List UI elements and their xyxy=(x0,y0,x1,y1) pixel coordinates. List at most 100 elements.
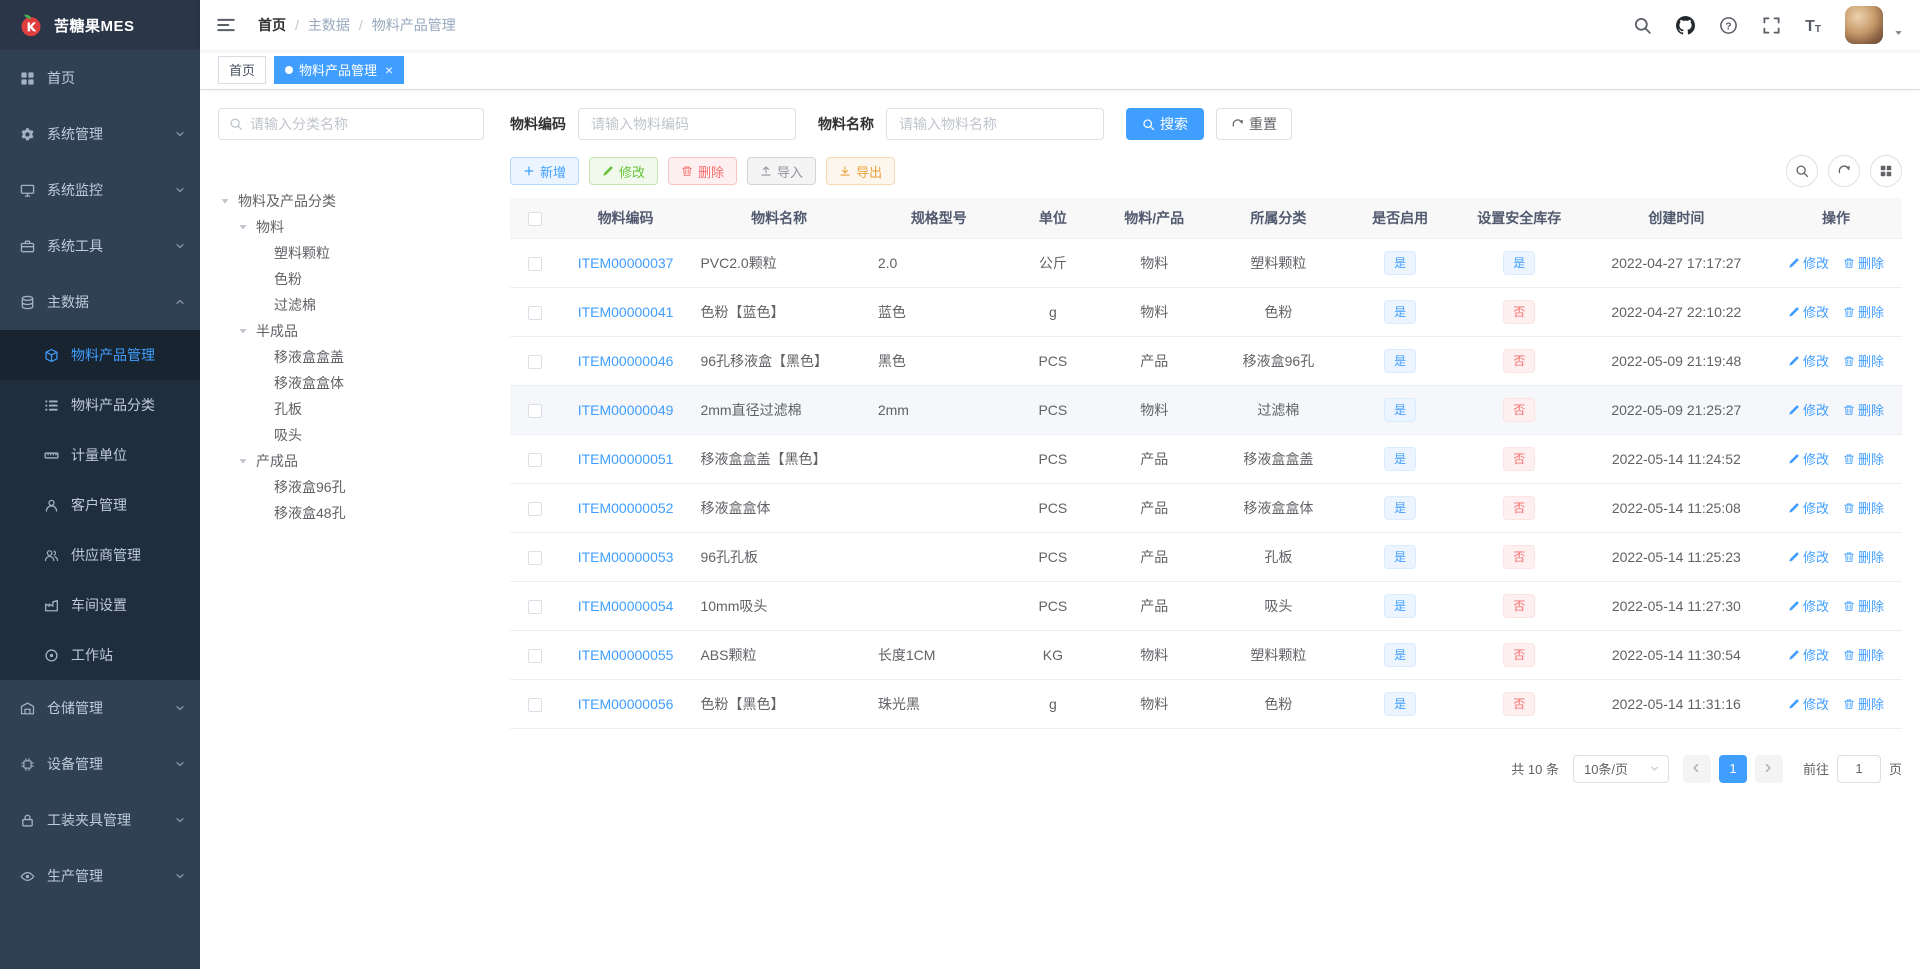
material-code-link[interactable]: ITEM00000049 xyxy=(578,402,674,418)
edit-button[interactable]: 修改 xyxy=(589,157,659,185)
delete-row-link[interactable]: 删除 xyxy=(1843,694,1884,713)
goto-page-input[interactable] xyxy=(1836,754,1881,783)
delete-row-link[interactable]: 删除 xyxy=(1843,449,1884,468)
tree-caret-icon[interactable] xyxy=(218,194,238,208)
hamburger-icon[interactable] xyxy=(216,15,236,35)
breadcrumb-item[interactable]: 首页 xyxy=(258,15,286,35)
reset-button[interactable]: 重置 xyxy=(1216,108,1292,140)
material-name-input[interactable] xyxy=(886,108,1104,140)
sidebar-item-master-data[interactable]: 主数据 xyxy=(0,274,200,330)
row-checkbox[interactable] xyxy=(528,403,543,418)
add-button[interactable]: 新增 xyxy=(510,157,580,185)
sidebar-item-home[interactable]: 首页 xyxy=(0,50,200,106)
row-checkbox[interactable] xyxy=(528,452,543,467)
edit-row-link[interactable]: 修改 xyxy=(1788,302,1829,321)
caret-down-icon[interactable] xyxy=(1893,27,1904,38)
columns-settings-button[interactable] xyxy=(1870,155,1902,187)
delete-button[interactable]: 删除 xyxy=(668,157,738,185)
tab-material-product-mgmt[interactable]: 物料产品管理 × xyxy=(274,55,405,84)
material-code-link[interactable]: ITEM00000053 xyxy=(578,549,674,565)
sidebar-item-equipment-mgmt[interactable]: 设备管理 xyxy=(0,736,200,792)
delete-row-link[interactable]: 删除 xyxy=(1843,302,1884,321)
row-checkbox[interactable] xyxy=(528,501,543,516)
close-icon[interactable]: × xyxy=(385,63,393,77)
tree-node[interactable]: 物料 xyxy=(218,214,484,240)
category-search-input[interactable] xyxy=(250,116,473,132)
edit-row-link[interactable]: 修改 xyxy=(1788,253,1829,272)
github-icon[interactable] xyxy=(1676,15,1696,35)
material-code-link[interactable]: ITEM00000037 xyxy=(578,255,674,271)
breadcrumb-item[interactable]: 主数据 xyxy=(308,15,350,35)
edit-row-link[interactable]: 修改 xyxy=(1788,596,1829,615)
sidebar-item-measure-unit[interactable]: 计量单位 xyxy=(0,430,200,480)
sidebar-item-material-product-mgmt[interactable]: 物料产品管理 xyxy=(0,330,200,380)
sidebar-item-system-tools[interactable]: 系统工具 xyxy=(0,218,200,274)
delete-row-link[interactable]: 删除 xyxy=(1843,596,1884,615)
edit-row-link[interactable]: 修改 xyxy=(1788,351,1829,370)
tree-node[interactable]: 移液盒盒体 xyxy=(218,370,484,396)
tree-caret-icon[interactable] xyxy=(236,454,256,468)
row-checkbox[interactable] xyxy=(528,256,543,271)
row-checkbox[interactable] xyxy=(528,648,543,663)
sidebar-item-production-mgmt[interactable]: 生产管理 xyxy=(0,848,200,904)
sidebar-item-customer-mgmt[interactable]: 客户管理 xyxy=(0,480,200,530)
app-logo[interactable]: 苦糖果MES xyxy=(0,0,200,50)
tree-node[interactable]: 移液盒96孔 xyxy=(218,474,484,500)
material-code-link[interactable]: ITEM00000054 xyxy=(578,598,674,614)
material-code-link[interactable]: ITEM00000055 xyxy=(578,647,674,663)
tree-caret-icon[interactable] xyxy=(236,324,256,338)
delete-row-link[interactable]: 删除 xyxy=(1843,547,1884,566)
next-page-button[interactable] xyxy=(1754,754,1783,783)
search-icon[interactable] xyxy=(1633,16,1652,35)
edit-row-link[interactable]: 修改 xyxy=(1788,498,1829,517)
edit-row-link[interactable]: 修改 xyxy=(1788,694,1829,713)
tree-node[interactable]: 移液盒48孔 xyxy=(218,500,484,526)
sidebar-item-warehouse-mgmt[interactable]: 仓储管理 xyxy=(0,680,200,736)
edit-row-link[interactable]: 修改 xyxy=(1788,400,1829,419)
refresh-table-button[interactable] xyxy=(1828,155,1860,187)
delete-row-link[interactable]: 删除 xyxy=(1843,351,1884,370)
font-size-icon[interactable]: TT xyxy=(1805,16,1821,35)
tree-node[interactable]: 色粉 xyxy=(218,266,484,292)
tree-node[interactable]: 塑料颗粒 xyxy=(218,240,484,266)
row-checkbox[interactable] xyxy=(528,354,543,369)
row-checkbox[interactable] xyxy=(528,697,543,712)
row-checkbox[interactable] xyxy=(528,550,543,565)
material-code-link[interactable]: ITEM00000046 xyxy=(578,353,674,369)
sidebar-item-system-monitor[interactable]: 系统监控 xyxy=(0,162,200,218)
material-code-link[interactable]: ITEM00000056 xyxy=(578,696,674,712)
import-button[interactable]: 导入 xyxy=(747,157,817,185)
sidebar-item-system-admin[interactable]: 系统管理 xyxy=(0,106,200,162)
delete-row-link[interactable]: 删除 xyxy=(1843,253,1884,272)
help-icon[interactable]: ? xyxy=(1719,16,1738,35)
sidebar-item-workshop-settings[interactable]: 车间设置 xyxy=(0,580,200,630)
tree-node[interactable]: 移液盒盒盖 xyxy=(218,344,484,370)
prev-page-button[interactable] xyxy=(1682,754,1711,783)
delete-row-link[interactable]: 删除 xyxy=(1843,498,1884,517)
avatar[interactable] xyxy=(1845,6,1883,44)
export-button[interactable]: 导出 xyxy=(826,157,896,185)
tree-node[interactable]: 产成品 xyxy=(218,448,484,474)
sidebar-item-fixture-mgmt[interactable]: 工装夹具管理 xyxy=(0,792,200,848)
material-code-link[interactable]: ITEM00000052 xyxy=(578,500,674,516)
fullscreen-icon[interactable] xyxy=(1762,16,1781,35)
delete-row-link[interactable]: 删除 xyxy=(1843,400,1884,419)
sidebar-item-material-product-category[interactable]: 物料产品分类 xyxy=(0,380,200,430)
page-number-button[interactable]: 1 xyxy=(1718,754,1747,783)
tree-node[interactable]: 孔板 xyxy=(218,396,484,422)
edit-row-link[interactable]: 修改 xyxy=(1788,547,1829,566)
edit-row-link[interactable]: 修改 xyxy=(1788,645,1829,664)
material-code-input[interactable] xyxy=(578,108,796,140)
edit-row-link[interactable]: 修改 xyxy=(1788,449,1829,468)
select-all-checkbox[interactable] xyxy=(528,211,543,226)
tree-node[interactable]: 过滤棉 xyxy=(218,292,484,318)
tab-home[interactable]: 首页 xyxy=(218,55,267,84)
row-checkbox[interactable] xyxy=(528,305,543,320)
sidebar-item-supplier-mgmt[interactable]: 供应商管理 xyxy=(0,530,200,580)
search-button[interactable]: 搜索 xyxy=(1126,108,1204,140)
sidebar-item-workstation[interactable]: 工作站 xyxy=(0,630,200,680)
material-code-link[interactable]: ITEM00000051 xyxy=(578,451,674,467)
toggle-search-button[interactable] xyxy=(1786,155,1818,187)
material-code-link[interactable]: ITEM00000041 xyxy=(578,304,674,320)
row-checkbox[interactable] xyxy=(528,599,543,614)
